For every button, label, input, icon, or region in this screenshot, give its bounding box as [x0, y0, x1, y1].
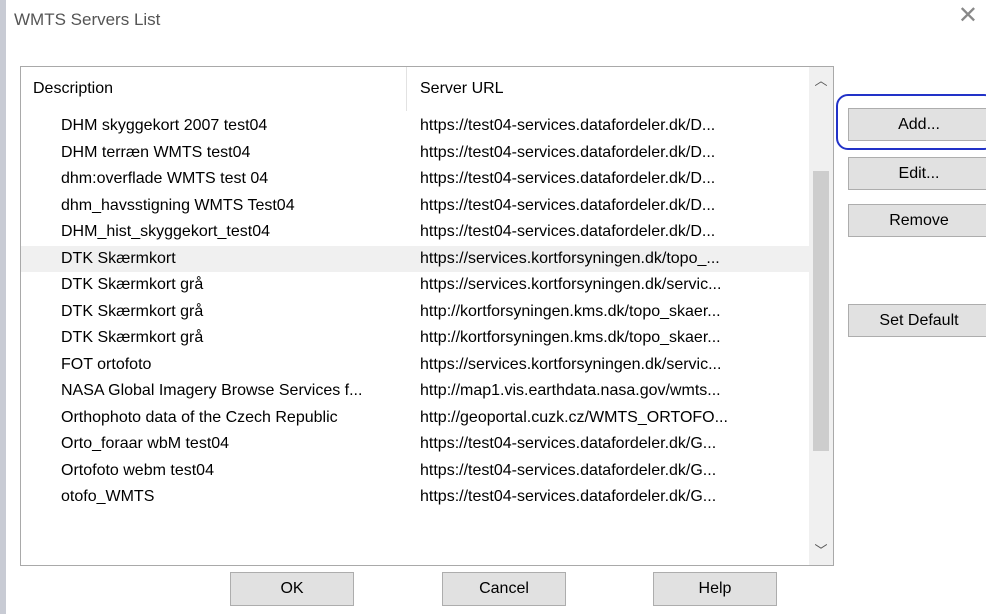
- chevron-up-icon[interactable]: ︿: [809, 69, 833, 93]
- row-server-url: https://test04-services.datafordeler.dk/…: [420, 170, 716, 187]
- set-default-button[interactable]: Set Default: [848, 304, 986, 337]
- row-server-url: http://kortforsyningen.kms.dk/topo_skaer…: [420, 329, 721, 346]
- row-server-url: https://test04-services.datafordeler.dk/…: [420, 488, 717, 505]
- row-server-url: https://test04-services.datafordeler.dk/…: [420, 117, 716, 134]
- row-description: Ortofoto webm test04: [61, 461, 214, 479]
- table-row[interactable]: Ortofoto webm test04 https://test04-servi…: [21, 458, 809, 485]
- scrollbar-thumb[interactable]: [813, 171, 829, 451]
- ok-button[interactable]: OK: [230, 572, 354, 606]
- row-description: dhm_havsstigning WMTS Test04: [61, 196, 295, 214]
- table-row[interactable]: Orto_foraar wbM test04 https://test04-ser…: [21, 431, 809, 458]
- row-server-url: http://geoportal.cuzk.cz/WMTS_ORTOFO...: [420, 408, 728, 426]
- row-description: dhm:overflade WMTS test 04: [61, 170, 269, 187]
- table-row[interactable]: dhm_havsstigning WMTS Test04 https://test…: [21, 193, 809, 220]
- row-server-url: https://test04-services.datafordeler.dk/…: [420, 143, 716, 161]
- row-server-url: https://services.kortforsyningen.dk/topo…: [420, 249, 720, 267]
- table-row[interactable]: DTK Skærmkort grå http://kortforsyningen.…: [21, 299, 809, 326]
- row-description: Orto_foraar wbM test04: [61, 435, 230, 452]
- row-description: FOT ortofoto: [61, 355, 152, 373]
- cancel-button[interactable]: Cancel: [442, 572, 566, 606]
- close-icon[interactable]: ✕: [958, 4, 978, 28]
- row-description: DHM skyggekort 2007 test04: [61, 117, 268, 134]
- row-server-url: https://test04-services.datafordeler.dk/…: [420, 435, 717, 452]
- help-button[interactable]: Help: [653, 572, 777, 606]
- servers-list[interactable]: Description Server URL DHM skyggekort 20…: [20, 66, 834, 566]
- row-description: DHM_hist_skyggekort_test04: [61, 223, 270, 240]
- list-header: Description Server URL: [21, 67, 809, 111]
- add-button[interactable]: Add...: [848, 108, 986, 141]
- row-description: NASA Global Imagery Browse Services f...: [61, 382, 363, 399]
- row-server-url: https://test04-services.datafordeler.dk/…: [420, 223, 716, 240]
- row-description: Orthophoto data of the Czech Republic: [61, 408, 338, 426]
- table-row[interactable]: DHM_hist_skyggekort_test04 https://test04…: [21, 219, 809, 246]
- table-row[interactable]: NASA Global Imagery Browse Services f...…: [21, 378, 809, 405]
- window-title: WMTS Servers List: [14, 10, 161, 29]
- table-row[interactable]: DHM skyggekort 2007 test04 https://test04…: [21, 113, 809, 140]
- table-row[interactable]: dhm:overflade WMTS test 04 https://test04…: [21, 166, 809, 193]
- remove-button[interactable]: Remove: [848, 204, 986, 237]
- row-server-url: https://test04-services.datafordeler.dk/…: [420, 461, 717, 479]
- edit-button[interactable]: Edit...: [848, 157, 986, 190]
- row-description: DHM terræn WMTS test04: [61, 143, 251, 161]
- chevron-down-icon[interactable]: ﹀: [809, 539, 833, 563]
- column-header-description[interactable]: Description: [21, 67, 407, 111]
- row-server-url: http://map1.vis.earthdata.nasa.gov/wmts.…: [420, 382, 721, 399]
- row-server-url: https://services.kortforsyningen.dk/serv…: [420, 355, 722, 373]
- table-row[interactable]: Orthophoto data of the Czech Republic htt…: [21, 405, 809, 432]
- row-description: DTK Skærmkort: [61, 249, 176, 267]
- row-description: DTK Skærmkort grå: [61, 276, 204, 293]
- table-row[interactable]: otofo_WMTS https://test04-services.datafo…: [21, 484, 809, 511]
- row-server-url: http://kortforsyningen.kms.dk/topo_skaer…: [420, 302, 721, 320]
- column-header-server-url[interactable]: Server URL: [407, 67, 809, 111]
- table-row[interactable]: DTK Skærmkort https://services.kortforsyn…: [21, 245, 809, 272]
- table-row[interactable]: DTK Skærmkort grå http://kortforsyningen.…: [21, 325, 809, 352]
- row-description: otofo_WMTS: [61, 488, 155, 505]
- table-row[interactable]: FOT ortofoto https://services.kortforsyni…: [21, 352, 809, 379]
- table-row[interactable]: DHM terræn WMTS test04 https://test04-ser…: [21, 140, 809, 167]
- row-description: DTK Skærmkort grå: [61, 329, 204, 346]
- row-server-url: https://services.kortforsyningen.dk/serv…: [420, 276, 722, 293]
- row-server-url: https://test04-services.datafordeler.dk/…: [420, 196, 716, 214]
- row-description: DTK Skærmkort grå: [61, 302, 204, 320]
- table-row[interactable]: DTK Skærmkort grå https://services.kortfo…: [21, 272, 809, 299]
- window-left-border: [0, 0, 6, 614]
- list-rows: DHM skyggekort 2007 test04 https://test04…: [21, 113, 809, 511]
- vertical-scrollbar[interactable]: ︿ ﹀: [809, 67, 833, 565]
